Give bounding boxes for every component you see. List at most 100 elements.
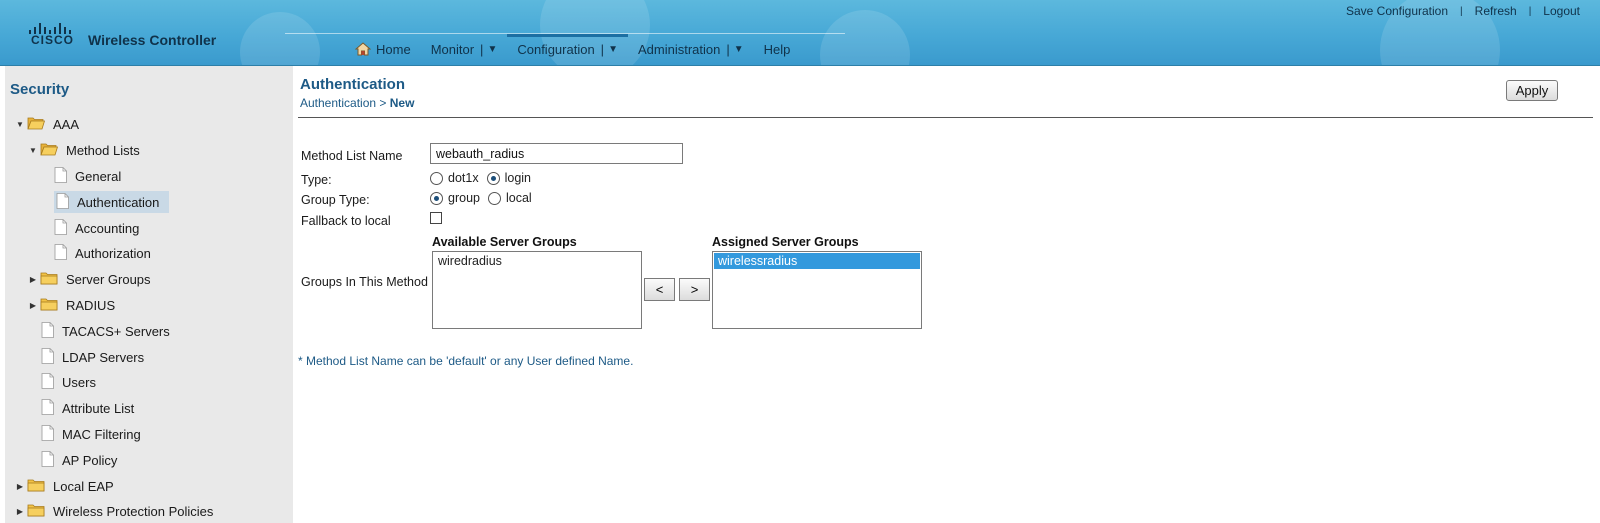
logout-link[interactable]: Logout xyxy=(1543,4,1580,18)
sidebar-item-content[interactable]: AP Policy xyxy=(41,450,121,471)
sidebar-item-label: Accounting xyxy=(75,220,140,236)
sidebar-item-label: TACACS+ Servers xyxy=(62,323,170,339)
sidebar-item-content[interactable]: TACACS+ Servers xyxy=(41,321,174,342)
sidebar-item-tacacs-servers[interactable]: TACACS+ Servers xyxy=(5,318,293,344)
type-label: Type: xyxy=(301,173,332,187)
sidebar-item-authentication[interactable]: Authentication xyxy=(5,189,293,215)
sidebar-item-content[interactable]: Method Lists xyxy=(40,140,144,161)
sidebar-item-label: Wireless Protection Policies xyxy=(53,504,214,520)
twisty-collapsed-icon[interactable]: ▶ xyxy=(28,301,38,310)
sidebar-item-content[interactable]: Wireless Protection Policies xyxy=(27,501,217,522)
sidebar-item-label: General xyxy=(75,168,122,184)
twisty-collapsed-icon[interactable]: ▶ xyxy=(28,275,38,284)
sidebar-item-users[interactable]: Users xyxy=(5,370,293,396)
sidebar-item-authorization[interactable]: Authorization xyxy=(5,241,293,267)
list-item[interactable]: wirelessradius xyxy=(714,253,920,269)
sidebar-item-ldap-servers[interactable]: LDAP Servers xyxy=(5,344,293,370)
sidebar-item-content[interactable]: Local EAP xyxy=(27,476,118,497)
sidebar-item-content[interactable]: RADIUS xyxy=(40,295,119,316)
refresh-link[interactable]: Refresh xyxy=(1475,4,1517,18)
caret-down-icon[interactable]: ▼ xyxy=(734,44,744,55)
fallback-label: Fallback to local xyxy=(301,214,391,228)
sidebar-item-content[interactable]: Authorization xyxy=(54,243,155,264)
breadcrumb-parent[interactable]: Authentication xyxy=(300,96,376,110)
sidebar-item-content[interactable]: AAA xyxy=(27,114,83,135)
sidebar-item-wireless-protection-policies[interactable]: ▶ Wireless Protection Policies xyxy=(5,499,293,523)
sidebar-item-label: MAC Filtering xyxy=(62,426,141,442)
method-list-name-input[interactable] xyxy=(430,143,683,164)
sidebar-tree: ▼ AAA ▼ Method Lists General Authentication Ac… xyxy=(5,112,293,523)
move-right-button[interactable]: > xyxy=(679,278,710,301)
twisty-collapsed-icon[interactable]: ▶ xyxy=(15,507,25,516)
sidebar-item-local-eap[interactable]: ▶ Local EAP xyxy=(5,473,293,499)
nav-monitor-label: Monitor xyxy=(430,41,475,57)
page-icon xyxy=(54,218,67,238)
twisty-expanded-icon[interactable]: ▼ xyxy=(28,146,38,155)
folder-icon xyxy=(40,271,58,288)
sidebar-item-content[interactable]: Accounting xyxy=(54,218,143,239)
method-list-name-label: Method List Name xyxy=(301,149,403,163)
page-icon xyxy=(54,167,67,186)
nav-home[interactable]: Home xyxy=(345,34,421,64)
sidebar-item-content[interactable]: General xyxy=(54,166,125,187)
sidebar-item-radius[interactable]: ▶ RADIUS xyxy=(5,293,293,319)
sidebar-item-method-lists[interactable]: ▼ Method Lists xyxy=(5,138,293,164)
caret-down-icon[interactable]: ▼ xyxy=(487,44,497,55)
sidebar-item-label: Local EAP xyxy=(53,478,114,494)
breadcrumb-current: New xyxy=(389,96,415,110)
list-item[interactable]: wiredradius xyxy=(434,253,640,269)
type-login-radio[interactable] xyxy=(486,171,500,185)
sidebar-item-label: Authentication xyxy=(77,194,160,210)
product-name: Wireless Controller xyxy=(88,32,217,48)
page-icon xyxy=(41,450,54,470)
sidebar-item-accounting[interactable]: Accounting xyxy=(5,215,293,241)
apply-button[interactable]: Apply xyxy=(1506,80,1558,101)
save-configuration-link[interactable]: Save Configuration xyxy=(1346,4,1448,18)
sidebar-item-content[interactable]: Attribute List xyxy=(41,398,138,419)
caret-down-icon[interactable]: ▼ xyxy=(608,44,618,55)
available-server-groups-header: Available Server Groups xyxy=(432,235,577,249)
nav-monitor[interactable]: Monitor | ▼ xyxy=(421,34,508,64)
page-icon xyxy=(41,425,54,444)
twisty-expanded-icon[interactable]: ▼ xyxy=(15,120,25,129)
group-type-group-radio[interactable] xyxy=(430,191,443,205)
fallback-to-local-checkbox[interactable] xyxy=(430,212,442,224)
type-dot1x-label: dot1x xyxy=(448,171,479,185)
folder-icon xyxy=(40,297,58,314)
sidebar-item-ap-policy[interactable]: AP Policy xyxy=(5,447,293,473)
move-left-button[interactable]: < xyxy=(644,278,675,301)
page-icon xyxy=(41,347,54,367)
cisco-wordmark: CISCO xyxy=(31,33,75,47)
cisco-logo: CISCO xyxy=(28,20,74,48)
sidebar-item-label: Authorization xyxy=(75,246,151,262)
group-type-label: Group Type: xyxy=(301,193,370,207)
folder-icon xyxy=(27,503,45,520)
sidebar-item-aaa[interactable]: ▼ AAA xyxy=(5,112,293,138)
sidebar-item-general[interactable]: General xyxy=(5,164,293,190)
group-type-local-label: local xyxy=(505,191,532,205)
twisty-collapsed-icon[interactable]: ▶ xyxy=(15,482,25,491)
sidebar-item-label: Server Groups xyxy=(66,272,151,288)
nav-administration[interactable]: Administration | ▼ xyxy=(628,34,754,64)
sidebar-item-content[interactable]: Server Groups xyxy=(40,269,155,290)
type-dot1x-radio[interactable] xyxy=(430,171,443,185)
nav-home-label: Home xyxy=(376,41,411,57)
sidebar-item-content[interactable]: Users xyxy=(41,372,100,393)
assigned-server-groups-header: Assigned Server Groups xyxy=(712,235,859,249)
nav-help[interactable]: Help xyxy=(754,34,801,64)
assigned-server-groups-list[interactable]: wirelessradius xyxy=(712,251,922,329)
sidebar-item-server-groups[interactable]: ▶ Server Groups xyxy=(5,267,293,293)
folder-open-icon xyxy=(27,116,46,133)
sidebar-item-content[interactable]: LDAP Servers xyxy=(41,347,148,368)
page-title: Authentication xyxy=(300,76,405,93)
breadcrumb-separator: > xyxy=(379,96,387,110)
sidebar-item-label: Method Lists xyxy=(66,143,140,159)
available-server-groups-list[interactable]: wiredradius xyxy=(432,251,642,329)
sidebar-item-content[interactable]: MAC Filtering xyxy=(41,424,145,445)
nav-configuration[interactable]: Configuration | ▼ xyxy=(507,34,628,64)
sidebar-item-attribute-list[interactable]: Attribute List xyxy=(5,396,293,422)
group-type-radio-group: group local xyxy=(430,191,540,205)
sidebar-item-mac-filtering[interactable]: MAC Filtering xyxy=(5,422,293,448)
sidebar-item-content[interactable]: Authentication xyxy=(54,191,170,214)
group-type-local-radio[interactable] xyxy=(487,191,501,205)
